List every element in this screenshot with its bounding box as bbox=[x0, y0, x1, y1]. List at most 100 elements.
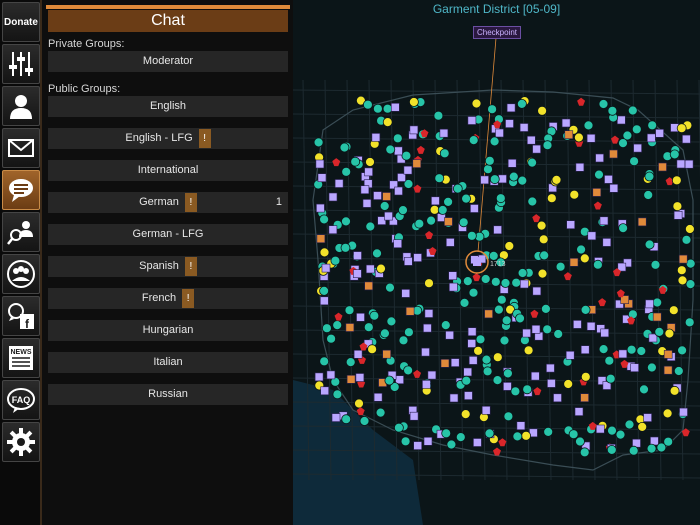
map-poi-marker[interactable] bbox=[446, 439, 457, 450]
map-poi-marker[interactable] bbox=[587, 231, 597, 241]
map-poi-marker[interactable] bbox=[379, 201, 390, 211]
map-poi-marker[interactable] bbox=[580, 393, 589, 403]
map-poi-marker[interactable] bbox=[439, 148, 450, 159]
map-poi-marker[interactable] bbox=[512, 431, 523, 442]
map-poi-marker[interactable] bbox=[669, 385, 680, 396]
map-poi-marker[interactable] bbox=[573, 132, 584, 143]
map-poi-marker[interactable] bbox=[517, 175, 528, 186]
map-poi-marker[interactable] bbox=[489, 174, 500, 185]
map-poi-marker[interactable] bbox=[372, 248, 382, 259]
map-poi-marker[interactable] bbox=[542, 140, 553, 151]
map-poi-marker[interactable] bbox=[516, 421, 526, 431]
map-poi-marker[interactable] bbox=[677, 275, 688, 286]
map-poi-marker[interactable] bbox=[322, 323, 332, 334]
group-row-spanish[interactable]: Spanish ! bbox=[48, 256, 288, 277]
map-poi-marker[interactable] bbox=[437, 205, 448, 215]
checkpoint-label[interactable]: Checkpoint bbox=[473, 26, 522, 39]
map-poi-marker[interactable] bbox=[627, 105, 638, 116]
map-poi-marker[interactable] bbox=[394, 186, 403, 196]
map-poi-marker[interactable] bbox=[344, 305, 355, 316]
map-poi-marker[interactable] bbox=[448, 271, 457, 281]
map-poi-marker[interactable] bbox=[676, 123, 687, 134]
map-poi-marker[interactable] bbox=[580, 304, 591, 315]
map-poi-marker[interactable] bbox=[449, 393, 459, 403]
map-poi-marker[interactable] bbox=[394, 422, 404, 433]
map-poi-marker[interactable] bbox=[404, 327, 414, 338]
map-poi-marker[interactable] bbox=[382, 117, 393, 127]
map-poi-marker[interactable] bbox=[643, 190, 654, 200]
map-poi-marker[interactable] bbox=[498, 174, 507, 184]
map-poi-marker[interactable] bbox=[681, 234, 692, 245]
map-poi-marker[interactable] bbox=[522, 328, 531, 338]
map-poi-marker[interactable] bbox=[359, 416, 370, 426]
map-poi-marker[interactable] bbox=[682, 134, 691, 144]
map-poi-marker[interactable] bbox=[473, 438, 482, 447]
map-poi-marker[interactable] bbox=[314, 372, 324, 382]
map-poi-marker[interactable] bbox=[527, 157, 538, 168]
map-poi-marker[interactable] bbox=[341, 216, 351, 227]
map-poi-marker[interactable] bbox=[462, 276, 473, 287]
map-poi-marker[interactable] bbox=[677, 345, 688, 356]
map-poi-marker[interactable] bbox=[676, 159, 686, 169]
map-poi-marker[interactable] bbox=[326, 333, 336, 344]
map-poi-marker[interactable] bbox=[467, 339, 476, 348]
map-poi-marker[interactable] bbox=[604, 355, 615, 366]
map-poi-marker[interactable] bbox=[424, 278, 434, 289]
map-poi-marker[interactable] bbox=[564, 130, 574, 139]
map-poi-marker[interactable] bbox=[540, 303, 551, 314]
map-poi-marker[interactable] bbox=[353, 269, 362, 279]
map-poi-marker[interactable] bbox=[592, 188, 602, 197]
map-poi-marker[interactable] bbox=[668, 305, 679, 316]
group-row-international[interactable]: International bbox=[48, 160, 288, 181]
settings-sliders-button[interactable] bbox=[2, 44, 40, 84]
map-poi-marker[interactable] bbox=[394, 146, 403, 156]
map-poi-marker[interactable] bbox=[644, 171, 655, 182]
map-poi-marker[interactable] bbox=[573, 320, 582, 329]
map-poi-marker[interactable] bbox=[685, 258, 696, 269]
map-poi-marker[interactable] bbox=[490, 276, 501, 287]
map-poi-marker[interactable] bbox=[531, 324, 541, 334]
map-poi-marker[interactable] bbox=[669, 149, 680, 160]
map-poi-marker[interactable] bbox=[684, 224, 695, 234]
map-poi-marker[interactable] bbox=[586, 321, 596, 331]
map-poi-marker[interactable] bbox=[481, 354, 492, 365]
map-poi-marker[interactable] bbox=[508, 171, 519, 182]
map-poi-marker[interactable] bbox=[484, 428, 495, 439]
map-poi-marker[interactable] bbox=[445, 330, 454, 340]
map-poi-marker[interactable] bbox=[537, 268, 548, 279]
map-poi-marker[interactable] bbox=[391, 103, 400, 112]
map-poi-marker[interactable] bbox=[586, 134, 596, 143]
map-poi-marker[interactable] bbox=[380, 328, 390, 339]
news-button[interactable]: NEWS bbox=[2, 338, 40, 378]
map-poi-marker[interactable] bbox=[365, 157, 375, 167]
map-poi-marker[interactable] bbox=[414, 218, 425, 229]
map-poi-marker[interactable] bbox=[345, 357, 356, 368]
map-poi-marker[interactable] bbox=[364, 281, 373, 291]
map-poi-marker[interactable] bbox=[637, 217, 647, 227]
map-poi-marker[interactable] bbox=[605, 373, 616, 384]
map-poi-marker[interactable] bbox=[507, 159, 517, 168]
map-poi-marker[interactable] bbox=[376, 263, 386, 274]
map-poi-marker[interactable] bbox=[633, 143, 642, 153]
map-poi-marker[interactable] bbox=[488, 250, 499, 261]
map-poi-marker[interactable] bbox=[398, 205, 408, 216]
group-row-italian[interactable]: Italian bbox=[48, 352, 288, 373]
map-poi-marker[interactable] bbox=[609, 184, 619, 193]
map-poi-marker[interactable] bbox=[536, 220, 547, 231]
map-poi-marker[interactable] bbox=[382, 103, 393, 114]
map-poi-marker[interactable] bbox=[341, 166, 352, 177]
map-poi-marker[interactable] bbox=[493, 304, 504, 315]
map-poi-marker[interactable] bbox=[521, 430, 532, 441]
group-row-russian[interactable]: Russian bbox=[48, 384, 288, 405]
map-poi-marker[interactable] bbox=[539, 250, 550, 261]
map-poi-marker[interactable] bbox=[673, 366, 684, 376]
map-poi-marker[interactable] bbox=[320, 386, 330, 396]
map-poi-marker[interactable] bbox=[542, 324, 553, 335]
map-poi-marker[interactable] bbox=[373, 392, 383, 402]
map-poi-marker[interactable] bbox=[532, 286, 542, 296]
map-poi-marker[interactable] bbox=[546, 363, 555, 373]
map-poi-marker[interactable] bbox=[441, 428, 452, 439]
map-poi-marker[interactable] bbox=[382, 349, 391, 359]
gear-button[interactable] bbox=[2, 422, 40, 462]
map-poi-marker[interactable] bbox=[519, 123, 529, 132]
